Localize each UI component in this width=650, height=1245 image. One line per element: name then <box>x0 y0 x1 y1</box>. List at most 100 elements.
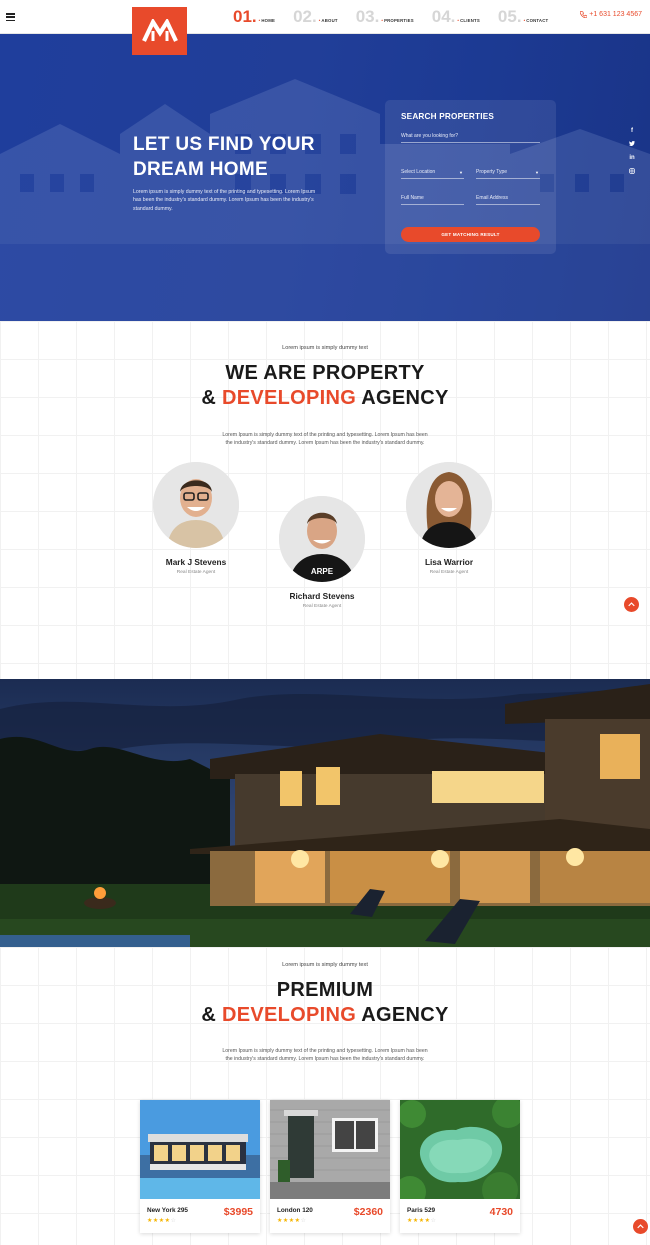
nav-home[interactable]: 01. HOME <box>233 4 275 26</box>
nav-number: 04. <box>431 7 456 26</box>
agent-card[interactable]: Lisa Warrior Real Estate Agent <box>399 462 499 575</box>
property-rating: ★★★★☆ <box>147 1217 176 1224</box>
property-type-placeholder: Property Type <box>476 169 508 175</box>
property-card[interactable]: Paris 529 ★★★★☆ 4730 <box>400 1100 520 1233</box>
agent-photo <box>153 462 239 548</box>
property-rating: ★★★★☆ <box>407 1217 436 1224</box>
nav-label: ABOUT <box>319 18 338 23</box>
search-properties-panel: SEARCH PROPERTIES What are you looking f… <box>385 100 556 254</box>
nav-contact[interactable]: 05. CONTACT <box>498 4 548 26</box>
property-type-select[interactable]: Property Type ▼ <box>476 169 540 179</box>
linkedin-icon[interactable]: in <box>629 155 634 161</box>
premium-title-accent: DEVELOPING <box>221 1004 357 1026</box>
agent-name: Lisa Warrior <box>424 557 474 567</box>
agent-role: Real Estate Agent <box>302 604 342 609</box>
property-price: 4730 <box>489 1206 513 1218</box>
chevron-down-icon: ▼ <box>459 170 463 175</box>
hero-title-line: LET US FIND YOUR <box>133 134 315 155</box>
site-logo[interactable] <box>132 7 187 55</box>
property-card[interactable]: London 120 ★★★★☆ $2360 <box>270 1100 390 1233</box>
instagram-icon[interactable] <box>629 168 635 176</box>
premium-title-line2: & DEVELOPING AGENCY <box>0 1003 650 1028</box>
agent-photo <box>406 462 492 548</box>
agent-avatar <box>406 462 492 548</box>
nav-label: HOME <box>259 18 275 23</box>
phone-icon <box>580 11 588 18</box>
premium-section: Lorem ipsum is simply dummy text PREMIUM… <box>0 947 650 1245</box>
chevron-up-icon <box>637 1224 644 1229</box>
hero-title: LET US FIND YOUR DREAM HOME <box>133 132 315 182</box>
agent-photo: ARPE <box>279 496 365 582</box>
hero-title-line: DREAM HOME <box>133 159 268 180</box>
star-empty-icon: ☆ <box>170 1218 177 1224</box>
about-kicker: Lorem ipsum is simply dummy text <box>282 345 368 351</box>
property-rating: ★★★★☆ <box>277 1217 306 1224</box>
main-nav: 01. HOME 02. ABOUT 03. PROPERTIES 04. CL… <box>233 4 548 26</box>
about-title-rest: AGENCY <box>356 387 449 409</box>
agent-avatar <box>153 462 239 548</box>
nav-about[interactable]: 02. ABOUT <box>293 4 338 26</box>
svg-text:ARPE: ARPE <box>311 567 334 576</box>
nav-label: CLIENTS <box>457 18 480 23</box>
nav-number: 01. <box>233 7 257 26</box>
twitter-icon[interactable] <box>629 141 635 148</box>
agent-card[interactable]: ARPE Richard Stevens Real Estate Agent <box>272 496 372 609</box>
email-input[interactable]: Email Address <box>476 195 540 205</box>
property-price: $2360 <box>353 1206 383 1218</box>
full-name-placeholder: Full Name <box>401 195 424 201</box>
location-select[interactable]: Select Location ▼ <box>401 169 464 179</box>
about-paragraph: Lorem Ipsum is simply dummy text of the … <box>222 432 428 447</box>
agent-card[interactable]: Mark J Stevens Real Estate Agent <box>146 462 246 575</box>
agent-avatar: ARPE <box>279 496 365 582</box>
nav-number: 05. <box>497 7 522 26</box>
about-title-line2: & DEVELOPING AGENCY <box>0 386 650 411</box>
search-keyword-placeholder: What are you looking for? <box>401 133 458 139</box>
nav-properties[interactable]: 03. PROPERTIES <box>356 4 414 26</box>
phone-link[interactable]: +1 631 123 4567 <box>580 11 642 18</box>
nav-number: 02. <box>293 7 317 26</box>
premium-kicker: Lorem ipsum is simply dummy text <box>282 962 368 968</box>
house-photo <box>0 679 650 947</box>
about-title-line1: WE ARE PROPERTY <box>225 362 425 384</box>
agent-name: Richard Stevens <box>289 591 355 601</box>
property-name: London 120 <box>277 1207 313 1214</box>
get-matching-result-button[interactable]: GET MATCHING RESULT <box>401 227 540 242</box>
property-price: $3995 <box>223 1206 253 1218</box>
hero-description: Lorem ipsum is simply dummy text of the … <box>133 189 316 212</box>
star-empty-icon: ☆ <box>300 1218 307 1224</box>
nav-clients[interactable]: 04. CLIENTS <box>432 4 480 26</box>
chevron-up-icon <box>628 602 635 607</box>
chevron-down-icon: ▼ <box>535 170 539 175</box>
search-keyword-input[interactable]: What are you looking for? <box>401 133 540 143</box>
premium-title-line1: PREMIUM <box>276 979 374 1001</box>
phone-number: +1 631 123 4567 <box>589 11 642 18</box>
location-select-placeholder: Select Location <box>401 169 436 175</box>
star-empty-icon: ☆ <box>430 1218 437 1224</box>
hamburger-menu-icon[interactable] <box>6 13 15 22</box>
featured-house-image <box>0 679 650 947</box>
top-navigation-bar: 01. HOME 02. ABOUT 03. PROPERTIES 04. CL… <box>0 0 650 55</box>
property-image <box>400 1100 520 1199</box>
facebook-icon[interactable]: f <box>631 128 633 134</box>
scroll-to-top-button[interactable] <box>633 1219 648 1234</box>
agent-role: Real Estate Agent <box>429 570 469 575</box>
nav-label: PROPERTIES <box>381 18 414 23</box>
scroll-to-top-button[interactable] <box>624 597 639 612</box>
nav-label: CONTACT <box>524 18 549 23</box>
search-panel-title: SEARCH PROPERTIES <box>401 112 495 121</box>
about-title-amp: & <box>201 387 222 409</box>
premium-title-amp: & <box>201 1004 222 1026</box>
email-placeholder: Email Address <box>476 195 508 201</box>
agent-name: Mark J Stevens <box>165 557 227 567</box>
property-card[interactable]: New York 295 ★★★★☆ $3995 <box>140 1100 260 1233</box>
property-image <box>140 1100 260 1199</box>
nav-number: 03. <box>355 7 380 26</box>
about-title-accent: DEVELOPING <box>221 387 357 409</box>
premium-paragraph: Lorem Ipsum is simply dummy text of the … <box>222 1048 428 1063</box>
property-name: New York 295 <box>147 1207 188 1214</box>
social-links: f in <box>628 128 636 176</box>
premium-title-rest: AGENCY <box>356 1004 449 1026</box>
full-name-input[interactable]: Full Name <box>401 195 464 205</box>
property-image <box>270 1100 390 1199</box>
property-name: Paris 529 <box>407 1207 436 1214</box>
